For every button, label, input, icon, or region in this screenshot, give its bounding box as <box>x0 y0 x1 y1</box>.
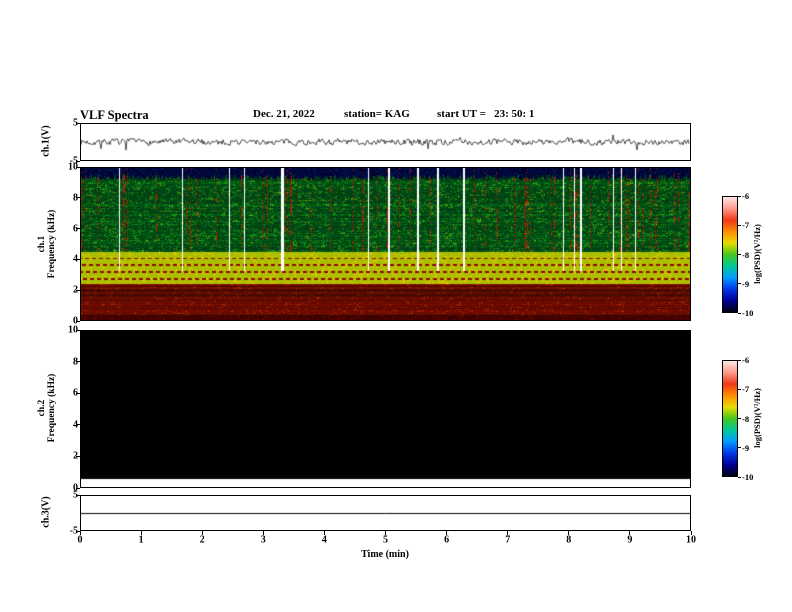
x-tick-mark <box>140 531 142 535</box>
y-tick-label: 2 <box>50 451 78 462</box>
x-tick-label: 2 <box>199 534 205 546</box>
y-tick-mark <box>76 289 80 291</box>
x-tick-label: 7 <box>505 534 511 546</box>
colorbar-tick-mark <box>738 476 741 478</box>
y-tick-label: 8 <box>50 356 78 367</box>
x-tick-label: 8 <box>566 534 572 546</box>
x-tick-mark <box>262 531 264 535</box>
header-date: Dec. 21, 2022 <box>253 108 315 120</box>
colorbar-tick-mark <box>738 359 741 361</box>
colorbar-tick-mark <box>738 254 741 255</box>
y-tick-mark <box>76 228 80 230</box>
colorbar-ch2 <box>722 360 738 477</box>
y-tick-label: 5 <box>50 118 78 129</box>
colorbar1-label: log(PSD)(V²/Hz) <box>752 224 762 284</box>
y-tick-label: 6 <box>50 223 78 234</box>
y-tick-label: 2 <box>50 285 78 296</box>
x-tick-mark <box>79 531 81 535</box>
ylabel-ch1-frequency: ch.1 Frequency (kHz) <box>37 210 57 279</box>
panel-ch2-spectrogram <box>80 330 691 488</box>
y-tick-label: 10 <box>68 324 78 336</box>
x-tick-label: 0 <box>77 534 83 546</box>
colorbar-tick-mark <box>738 418 741 419</box>
xaxis-label: Time (min) <box>361 549 409 560</box>
x-tick-mark <box>323 531 325 535</box>
x-tick-label: 5 <box>383 534 388 546</box>
y-tick-mark <box>76 392 80 394</box>
colorbar-tick-label: -9 <box>742 278 750 289</box>
y-tick-label: 4 <box>50 419 78 430</box>
colorbar-ch1 <box>722 196 738 313</box>
colorbar-tick-label: -10 <box>742 472 754 482</box>
x-tick-mark <box>446 531 448 535</box>
colorbar-tick-mark <box>738 224 741 226</box>
ch1-spectrogram-canvas <box>81 168 690 320</box>
ylabel-ch2-frequency-text: Frequency (kHz) <box>47 373 57 443</box>
colorbar-tick-label: -10 <box>742 308 754 318</box>
colorbar-tick-label: -6 <box>742 191 750 201</box>
ylabel-ch2-frequency: ch.2 Frequency (kHz) <box>37 374 57 443</box>
y-tick-mark <box>76 329 80 331</box>
ch2-spectrogram-canvas <box>81 331 690 487</box>
x-tick-mark <box>629 531 631 535</box>
header-start-ut: start UT = 23: 50: 1 <box>437 108 535 120</box>
y-tick-mark <box>76 487 80 489</box>
figure: VLF Spectra Dec. 21, 2022 station= KAG s… <box>0 0 792 612</box>
y-tick-mark <box>76 494 80 496</box>
ylabel-ch1-voltage: ch.1(V) <box>40 125 52 157</box>
panel-ch3-waveform <box>80 495 691 531</box>
y-tick-label: 5 <box>50 490 78 501</box>
panel-ch1-spectrogram <box>80 167 691 321</box>
figure-title: VLF Spectra <box>80 108 149 122</box>
y-tick-label: 4 <box>50 254 78 265</box>
colorbar-tick-label: -7 <box>742 220 750 231</box>
y-tick-mark <box>76 455 80 457</box>
colorbar-tick-label: -6 <box>742 355 750 365</box>
colorbar-tick-mark <box>738 447 741 449</box>
ylabel-ch1-frequency-text: Frequency (kHz) <box>47 209 57 279</box>
y-tick-label: 6 <box>50 388 78 399</box>
x-tick-label: 9 <box>627 534 633 546</box>
ylabel-ch3-voltage: ch.3(V) <box>40 496 52 528</box>
colorbar-tick-mark <box>738 283 741 285</box>
ch1-waveform-canvas <box>81 124 690 160</box>
x-tick-label: 4 <box>321 534 327 546</box>
colorbar-tick-label: -9 <box>742 442 750 453</box>
ylabel-ch2-channel: ch.2 <box>37 399 47 417</box>
y-tick-mark <box>76 166 80 168</box>
y-tick-mark <box>76 361 80 363</box>
colorbar-tick-mark <box>738 195 741 197</box>
x-tick-mark <box>690 531 692 535</box>
y-tick-label: 8 <box>50 192 78 203</box>
x-tick-mark <box>568 531 570 535</box>
colorbar-tick-mark <box>738 312 741 314</box>
x-tick-label: 10 <box>686 534 696 546</box>
y-tick-mark <box>76 424 80 426</box>
y-tick-mark <box>76 320 80 322</box>
y-tick-mark <box>76 197 80 199</box>
colorbar2-label: log(PSD)(V²/Hz) <box>752 388 762 448</box>
ch3-waveform-canvas <box>81 496 690 530</box>
y-tick-label: -5 <box>69 525 78 537</box>
colorbar-tick-mark <box>738 388 741 390</box>
colorbar-tick-label: -8 <box>742 249 750 260</box>
x-tick-label: 1 <box>138 534 144 546</box>
colorbar-tick-label: -7 <box>742 384 750 395</box>
x-tick-label: 6 <box>444 534 450 546</box>
header-station: station= KAG <box>344 108 410 120</box>
x-tick-mark <box>201 531 203 535</box>
x-tick-label: 3 <box>260 534 266 546</box>
panel-ch1-waveform <box>80 123 691 161</box>
x-tick-mark <box>507 531 509 535</box>
y-tick-mark <box>76 122 80 124</box>
colorbar-tick-label: -8 <box>742 413 750 424</box>
y-tick-label: 10 <box>68 161 78 173</box>
ylabel-ch1-channel: ch.1 <box>37 235 47 253</box>
x-tick-mark <box>385 531 386 535</box>
y-tick-mark <box>76 258 80 260</box>
